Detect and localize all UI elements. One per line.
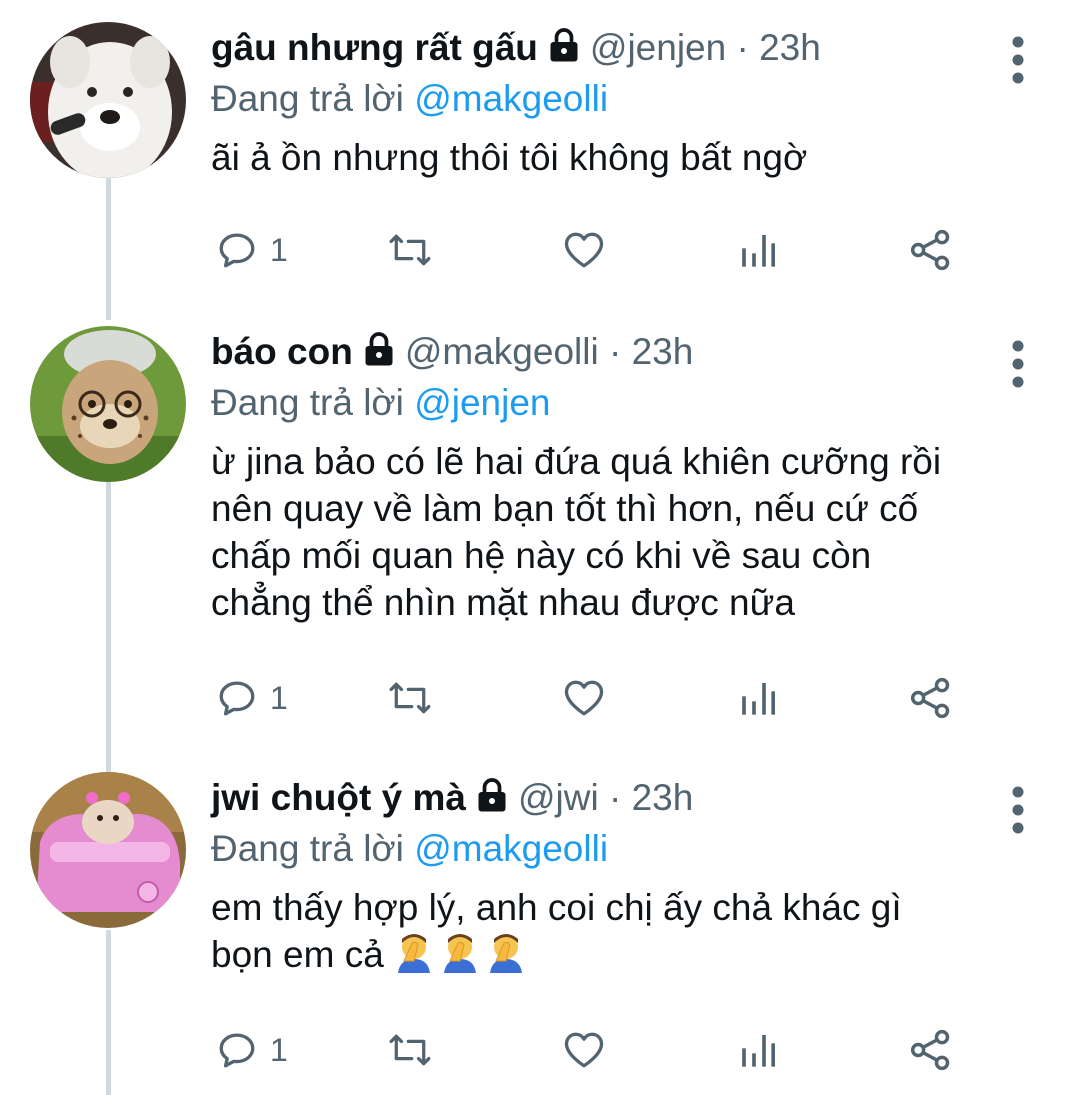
tweet-header: gâu nhưng rất gấu @jenjen · 23h	[211, 22, 1031, 74]
hamster-pink-car-avatar	[30, 772, 186, 928]
reply-button[interactable]: 1	[216, 1025, 288, 1075]
thread-line	[106, 178, 111, 320]
reply-prefix: Đang trả lời	[211, 828, 415, 869]
tweet-actions: 1	[211, 673, 971, 723]
reply-mention[interactable]: @makgeolli	[414, 78, 608, 119]
separator-dot: ·	[608, 777, 622, 818]
separator-dot: ·	[608, 331, 622, 372]
cheetah-cub-avatar	[30, 326, 186, 482]
user-handle[interactable]: @jwi	[518, 777, 599, 818]
retweet-icon	[389, 1034, 431, 1066]
heart-icon	[564, 680, 604, 716]
more-options-icon[interactable]	[1007, 334, 1029, 394]
share-icon	[910, 229, 950, 271]
share-icon	[910, 1029, 950, 1071]
reply-count: 1	[270, 231, 288, 268]
lock-icon	[361, 329, 397, 381]
more-options-icon[interactable]	[1007, 30, 1029, 90]
reply-context: Đang trả lời @makgeolli	[211, 824, 1031, 874]
analytics-icon	[742, 683, 775, 715]
reply-context: Đang trả lời @jenjen	[211, 378, 1031, 428]
tweet-text-content: em thấy hợp lý, anh coi chị ấy chả khác …	[211, 887, 902, 975]
like-button[interactable]	[561, 1025, 607, 1075]
analytics-button[interactable]	[738, 673, 778, 723]
display-name[interactable]: gâu nhưng rất gấu	[211, 27, 538, 68]
more-options-icon[interactable]	[1007, 780, 1029, 840]
avatar[interactable]	[30, 326, 186, 482]
reply-context: Đang trả lời @makgeolli	[211, 74, 1031, 124]
tweet-text: ãi ả ồn nhưng thôi tôi không bất ngờ	[211, 137, 808, 178]
heart-icon	[564, 232, 604, 268]
share-button[interactable]	[909, 225, 953, 275]
share-button[interactable]	[909, 673, 953, 723]
reply-mention[interactable]: @makgeolli	[414, 828, 608, 869]
white-dog-avatar	[30, 22, 186, 178]
display-name[interactable]: jwi chuột ý mà	[211, 777, 466, 818]
user-handle[interactable]: @makgeolli	[405, 331, 599, 372]
facepalm-emoji	[440, 931, 480, 984]
retweet-button[interactable]	[386, 673, 434, 723]
user-handle[interactable]: @jenjen	[590, 27, 726, 68]
avatar[interactable]	[30, 772, 186, 928]
tweet-text: ừ jina bảo có lẽ hai đứa quá khiên cưỡng…	[211, 441, 942, 623]
retweet-icon	[389, 234, 431, 266]
analytics-icon	[742, 1035, 775, 1067]
like-button[interactable]	[561, 225, 607, 275]
facepalm-emoji	[486, 931, 526, 984]
like-button[interactable]	[561, 673, 607, 723]
retweet-icon	[389, 682, 431, 714]
thread-line	[106, 930, 111, 1095]
reply-button[interactable]: 1	[216, 225, 288, 275]
share-icon	[910, 677, 950, 719]
thread-line	[106, 482, 111, 772]
tweet-header: jwi chuột ý mà @jwi · 23h	[211, 772, 1031, 824]
analytics-button[interactable]	[738, 225, 778, 275]
retweet-button[interactable]	[386, 1025, 434, 1075]
reply-prefix: Đang trả lời	[211, 382, 415, 423]
reply-icon	[219, 681, 255, 716]
display-name[interactable]: báo con	[211, 331, 353, 372]
reply-count: 1	[270, 679, 288, 716]
tweet-actions: 1	[211, 225, 971, 275]
reply-button[interactable]: 1	[216, 673, 288, 723]
reply-count: 1	[270, 1031, 288, 1068]
reply-prefix: Đang trả lời	[211, 78, 415, 119]
heart-icon	[564, 1032, 604, 1068]
reply-icon	[219, 1033, 255, 1068]
timestamp[interactable]: 23h	[632, 331, 694, 372]
lock-icon	[546, 25, 582, 77]
timestamp[interactable]: 23h	[632, 777, 694, 818]
share-button[interactable]	[909, 1025, 953, 1075]
lock-icon	[474, 775, 510, 827]
analytics-button[interactable]	[738, 1025, 778, 1075]
analytics-icon	[742, 235, 775, 267]
avatar[interactable]	[30, 22, 186, 178]
tweet-header: báo con @makgeolli · 23h	[211, 326, 1031, 378]
retweet-button[interactable]	[386, 225, 434, 275]
reply-mention[interactable]: @jenjen	[414, 382, 550, 423]
timestamp[interactable]: 23h	[759, 27, 821, 68]
facepalm-emoji	[394, 931, 434, 984]
reply-icon	[219, 233, 255, 268]
tweet-actions: 1	[211, 1025, 971, 1075]
tweet-text: em thấy hợp lý, anh coi chị ấy chả khác …	[211, 884, 1031, 984]
separator-dot: ·	[736, 27, 749, 68]
